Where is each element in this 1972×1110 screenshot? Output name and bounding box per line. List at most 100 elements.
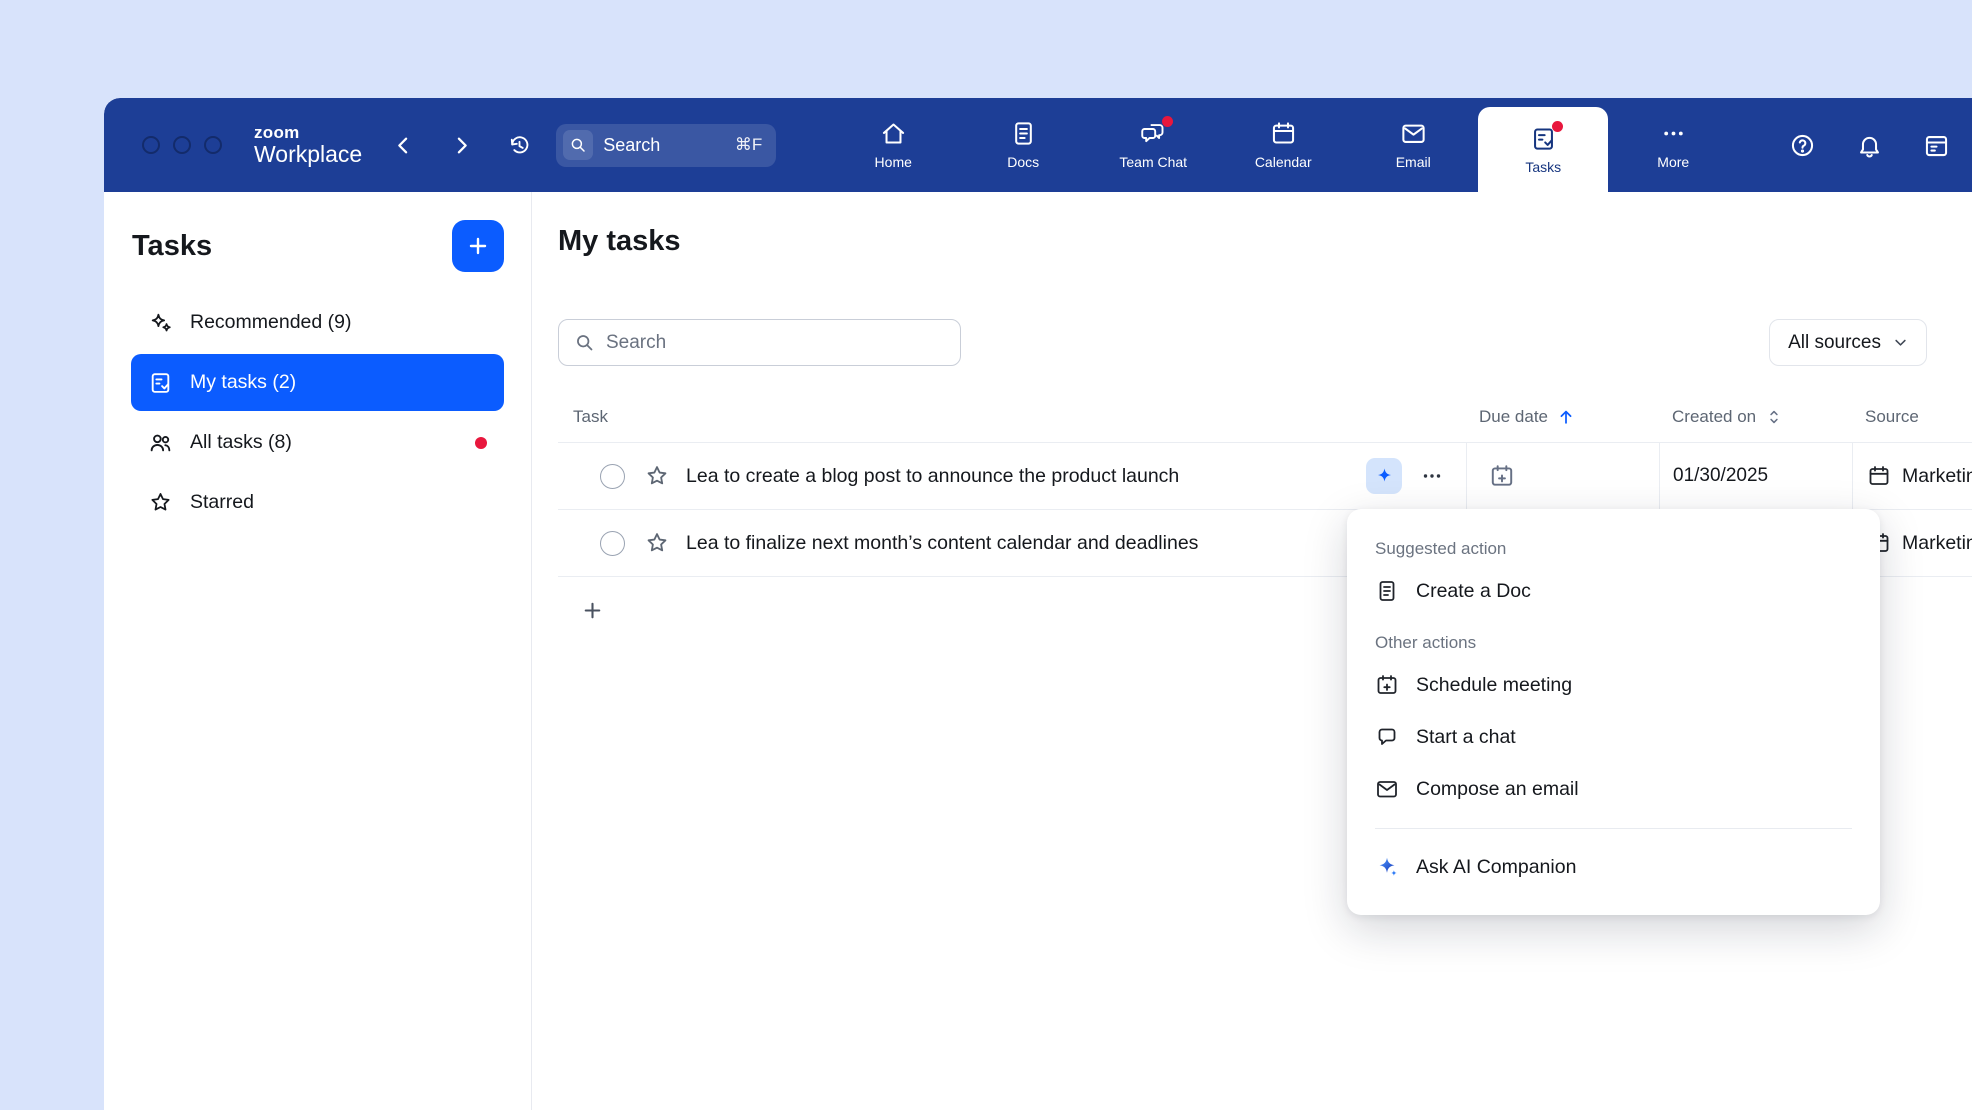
- chevron-down-icon: [1891, 333, 1910, 352]
- window-controls: [142, 136, 222, 154]
- global-search-placeholder: Search: [603, 135, 660, 156]
- email-icon: [1375, 777, 1399, 801]
- team-chat-badge: [1162, 116, 1173, 127]
- my-tasks-icon: [148, 370, 173, 395]
- search-shortcut: ⌘F: [735, 135, 762, 155]
- sidebar-nav: Recommended (9) My tasks (2) All tasks (…: [104, 292, 531, 536]
- due-date-cell: [1466, 443, 1659, 509]
- task-cell: Lea to finalize next month’s content cal…: [558, 510, 1466, 576]
- ai-sparkle-icon: [1374, 466, 1395, 487]
- calendar-plus-icon: [1375, 673, 1399, 697]
- table-header-row: Task Due date Created on Source: [558, 392, 1972, 443]
- sort-toggle-icon: [1764, 407, 1784, 427]
- add-due-date-button[interactable]: [1489, 463, 1515, 489]
- task-search[interactable]: [558, 319, 961, 366]
- task-complete-checkbox[interactable]: [600, 531, 625, 556]
- new-task-button[interactable]: [452, 220, 504, 272]
- sidebar-item-my-tasks[interactable]: My tasks (2): [131, 354, 504, 411]
- doc-icon: [1375, 579, 1399, 603]
- source-cell: Marketing: [1852, 443, 1972, 509]
- topbar: zoom Workplace Search ⌘F: [104, 98, 1972, 192]
- ellipsis-icon: [1420, 464, 1444, 488]
- page-title: My tasks: [558, 225, 1972, 258]
- calendar-panel-button[interactable]: [1921, 130, 1951, 160]
- sort-asc-icon: [1556, 407, 1576, 427]
- sidebar-item-all-tasks[interactable]: All tasks (8): [131, 414, 504, 471]
- menu-item-schedule-meeting[interactable]: Schedule meeting: [1347, 659, 1880, 711]
- nav-docs[interactable]: Docs: [958, 98, 1088, 192]
- menu-section-label: Suggested action: [1347, 539, 1880, 559]
- desktop-background: zoom Workplace Search ⌘F: [0, 0, 1972, 1110]
- notifications-button[interactable]: [1854, 130, 1884, 160]
- home-icon: [880, 120, 907, 147]
- column-header-created-on[interactable]: Created on: [1659, 392, 1852, 442]
- window-expand-button[interactable]: [204, 136, 222, 154]
- history-nav: [388, 130, 534, 160]
- all-tasks-badge: [475, 437, 487, 449]
- zoom-logo: zoom: [254, 124, 362, 142]
- task-cell: Lea to create a blog post to announce th…: [558, 443, 1466, 509]
- window-close-button[interactable]: [142, 136, 160, 154]
- team-chat-icon: [1140, 120, 1167, 147]
- email-icon: [1400, 120, 1427, 147]
- sidebar-item-starred[interactable]: Starred: [131, 474, 504, 531]
- task-title[interactable]: Lea to finalize next month’s content cal…: [686, 532, 1198, 555]
- sidebar-item-recommended[interactable]: Recommended (9): [131, 294, 504, 351]
- calendar-plus-icon: [1489, 463, 1515, 489]
- nav-team-chat[interactable]: Team Chat: [1088, 98, 1218, 192]
- primary-nav: Home Docs Team Chat: [828, 98, 1738, 192]
- window-minimize-button[interactable]: [173, 136, 191, 154]
- plus-icon: [465, 233, 491, 259]
- task-search-input[interactable]: [606, 332, 945, 354]
- history-button[interactable]: [504, 130, 534, 160]
- task-actions-menu: Suggested action Create a Doc Other acti…: [1347, 509, 1880, 915]
- nav-email[interactable]: Email: [1348, 98, 1478, 192]
- nav-home[interactable]: Home: [828, 98, 958, 192]
- chevron-left-icon: [391, 133, 416, 158]
- chevron-right-icon: [449, 133, 474, 158]
- forward-button[interactable]: [446, 130, 476, 160]
- menu-item-compose-email[interactable]: Compose an email: [1347, 763, 1880, 815]
- help-icon: [1789, 132, 1816, 159]
- star-icon[interactable]: [644, 530, 670, 556]
- topbar-utilities: [1787, 130, 1951, 160]
- menu-item-ask-ai-companion[interactable]: Ask AI Companion: [1347, 841, 1880, 893]
- docs-icon: [1010, 120, 1037, 147]
- people-icon: [148, 430, 173, 455]
- star-icon: [148, 490, 173, 515]
- chat-icon: [1375, 725, 1399, 749]
- brand-logo: zoom Workplace: [254, 124, 362, 167]
- column-header-task[interactable]: Task: [558, 392, 1466, 442]
- calendar-icon: [1270, 120, 1297, 147]
- ai-companion-button[interactable]: [1366, 458, 1402, 494]
- ai-sparkle-icon: [1375, 855, 1399, 879]
- menu-item-create-doc[interactable]: Create a Doc: [1347, 565, 1880, 617]
- search-icon: [563, 130, 593, 160]
- menu-divider: [1375, 828, 1852, 829]
- nav-more[interactable]: More: [1608, 98, 1738, 192]
- history-icon: [507, 133, 532, 158]
- add-task-button[interactable]: [580, 598, 605, 623]
- sidebar-header: Tasks: [104, 192, 531, 292]
- back-button[interactable]: [388, 130, 418, 160]
- calendar-icon: [1867, 464, 1891, 488]
- sparkles-icon: [148, 310, 173, 335]
- tasks-toolbar: All sources: [558, 319, 1927, 366]
- star-icon[interactable]: [644, 463, 670, 489]
- menu-item-start-chat[interactable]: Start a chat: [1347, 711, 1880, 763]
- task-title[interactable]: Lea to create a blog post to announce th…: [686, 465, 1179, 488]
- sources-filter-dropdown[interactable]: All sources: [1769, 319, 1927, 366]
- row-more-button[interactable]: [1418, 462, 1446, 490]
- global-search[interactable]: Search ⌘F: [556, 124, 776, 167]
- help-button[interactable]: [1787, 130, 1817, 160]
- plus-icon: [580, 598, 605, 623]
- tasks-icon: [1530, 125, 1557, 152]
- nav-tasks[interactable]: Tasks: [1478, 107, 1608, 192]
- nav-calendar[interactable]: Calendar: [1218, 98, 1348, 192]
- sidebar-title: Tasks: [132, 230, 212, 263]
- column-header-due-date[interactable]: Due date: [1466, 392, 1659, 442]
- column-header-source[interactable]: Source: [1852, 392, 1972, 442]
- notifications-icon: [1856, 132, 1883, 159]
- row-actions: [1354, 458, 1446, 494]
- task-complete-checkbox[interactable]: [600, 464, 625, 489]
